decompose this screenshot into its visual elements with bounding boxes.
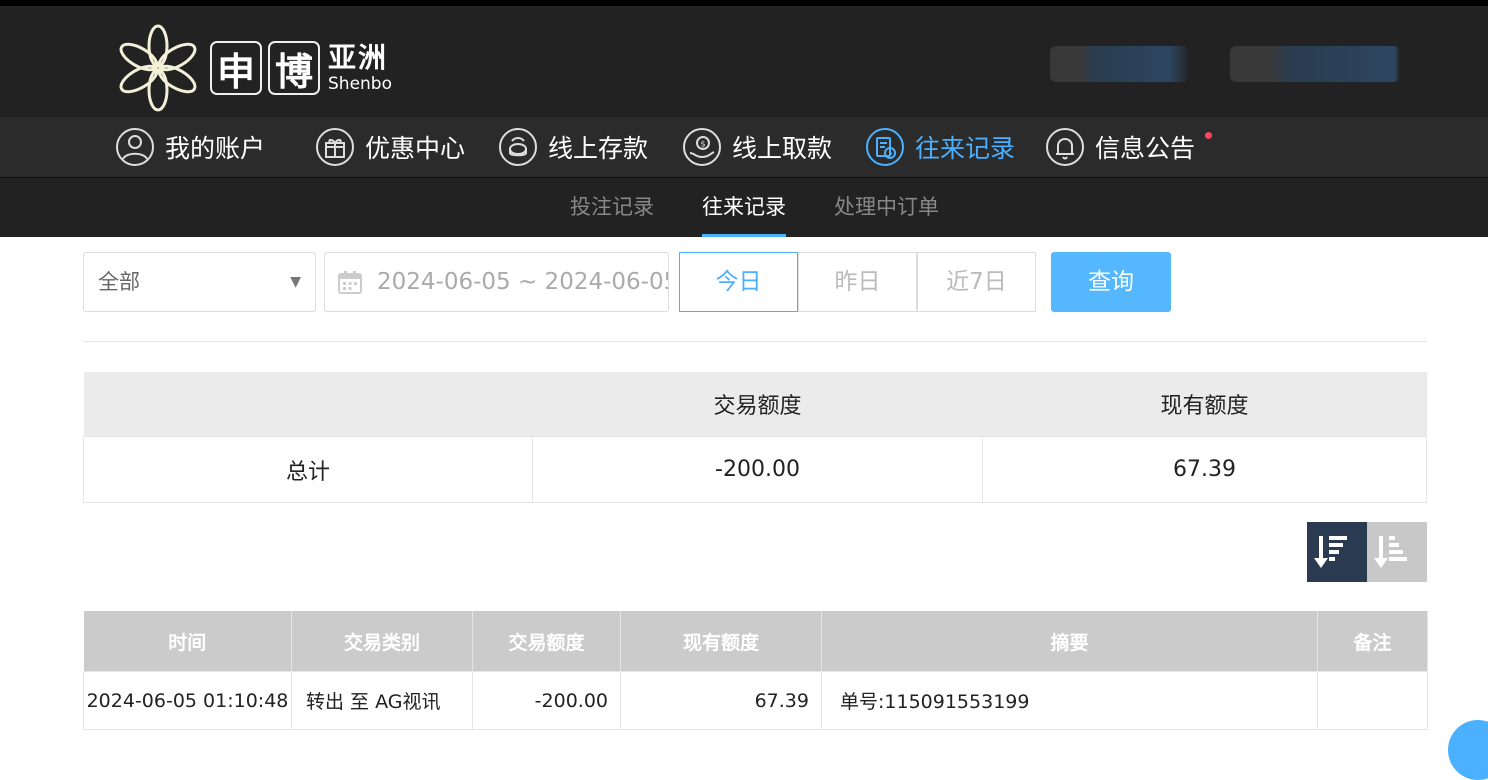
summary-header-amount: 交易额度 <box>532 372 983 437</box>
summary-label: 总计 <box>83 436 533 503</box>
logo-cn: 亚洲 <box>328 40 389 74</box>
nav-promotions[interactable]: 优惠中心 <box>315 117 465 177</box>
nav-label: 信息公告 <box>1095 134 1196 163</box>
nav-announcements[interactable]: 信息公告 <box>1045 117 1195 177</box>
flower-logo-icon <box>119 24 197 112</box>
cell-type: 转出 至 AG视讯 <box>291 671 473 730</box>
cell-balance: 67.39 <box>620 671 822 730</box>
col-header-balance: 现有额度 <box>620 611 822 672</box>
withdraw-icon: $ <box>683 128 721 166</box>
subnav-pending-orders[interactable]: 处理中订单 <box>834 178 939 237</box>
caret-down-icon: ▼ <box>290 274 301 290</box>
col-header-note: 备注 <box>1317 611 1428 672</box>
nav-deposit[interactable]: 线上存款 <box>498 117 648 177</box>
gift-icon <box>316 128 354 166</box>
deposit-icon <box>499 128 537 166</box>
cell-summary: 单号:115091553199 <box>821 671 1318 730</box>
cell-amount: -200.00 <box>472 671 621 730</box>
subnav-transaction-records[interactable]: 往来记录 <box>702 178 786 237</box>
logo-char-1: 申 <box>210 41 262 95</box>
type-select[interactable]: 全部 ▼ <box>83 252 316 312</box>
quick-yesterday-button[interactable]: 昨日 <box>798 252 917 312</box>
col-header-time: 时间 <box>83 611 292 672</box>
logo-char-2: 博 <box>268 41 320 95</box>
nav-label: 往来记录 <box>915 134 1016 163</box>
cell-time: 2024-06-05 01:10:48 <box>83 671 292 730</box>
sort-asc-icon <box>1374 536 1407 568</box>
logo-en: Shenbo <box>328 73 392 94</box>
nav-label: 优惠中心 <box>365 134 466 163</box>
col-header-amount: 交易额度 <box>472 611 621 672</box>
sort-descending-button[interactable] <box>1307 522 1367 582</box>
summary-amount: -200.00 <box>532 436 983 503</box>
subnav-bet-records[interactable]: 投注记录 <box>570 178 654 237</box>
user-icon <box>116 128 154 166</box>
col-header-summary: 摘要 <box>821 611 1318 672</box>
redacted-username[interactable] <box>1050 46 1190 82</box>
summary-header-blank <box>83 372 533 437</box>
top-bar: 申 博 亚洲 Shenbo <box>0 0 1488 117</box>
main-nav: 我的账户 优惠中心 线上存款 $ 线上取款 往来记录 信息公告 <box>0 117 1488 178</box>
chat-float-button[interactable] <box>1448 720 1488 780</box>
summary-table: 交易额度 现有额度 总计 -200.00 67.39 <box>83 372 1427 503</box>
bell-icon <box>1046 128 1084 166</box>
records-table: 时间 交易类别 交易额度 现有额度 摘要 备注 2024-06-05 01:10… <box>83 611 1428 730</box>
calendar-icon <box>338 271 362 294</box>
divider <box>83 341 1427 342</box>
brand-logo[interactable]: 申 博 亚洲 Shenbo <box>112 22 392 114</box>
svg-text:$: $ <box>701 140 706 149</box>
nav-label: 线上存款 <box>548 134 649 163</box>
sort-ascending-button[interactable] <box>1367 522 1427 582</box>
redacted-balance[interactable] <box>1230 46 1400 82</box>
query-button[interactable]: 查询 <box>1051 252 1171 312</box>
type-select-value: 全部 <box>98 270 140 294</box>
nav-my-account[interactable]: 我的账户 <box>115 117 265 177</box>
unread-badge <box>1205 132 1212 139</box>
logo-text: 亚洲 Shenbo <box>328 40 392 94</box>
nav-withdraw[interactable]: $ 线上取款 <box>682 117 832 177</box>
summary-balance: 67.39 <box>982 436 1427 503</box>
nav-records[interactable]: 往来记录 <box>865 117 1015 177</box>
date-range-value: 2024-06-05 ~ 2024-06-05 <box>377 269 669 295</box>
record-icon <box>866 128 904 166</box>
sort-desc-icon <box>1314 536 1347 568</box>
table-row: 2024-06-05 01:10:48 转出 至 AG视讯 -200.00 67… <box>83 671 1428 730</box>
nav-label: 我的账户 <box>165 134 266 163</box>
summary-header-balance: 现有额度 <box>982 372 1427 437</box>
cell-note <box>1317 671 1428 730</box>
quick-7days-button[interactable]: 近7日 <box>917 252 1036 312</box>
sub-nav: 投注记录 往来记录 处理中订单 <box>0 178 1488 237</box>
date-range-input[interactable]: 2024-06-05 ~ 2024-06-05 <box>324 252 669 312</box>
quick-today-button[interactable]: 今日 <box>679 252 798 312</box>
col-header-type: 交易类别 <box>291 611 473 672</box>
nav-label: 线上取款 <box>732 134 833 163</box>
summary-row: 总计 -200.00 67.39 <box>83 436 1427 503</box>
